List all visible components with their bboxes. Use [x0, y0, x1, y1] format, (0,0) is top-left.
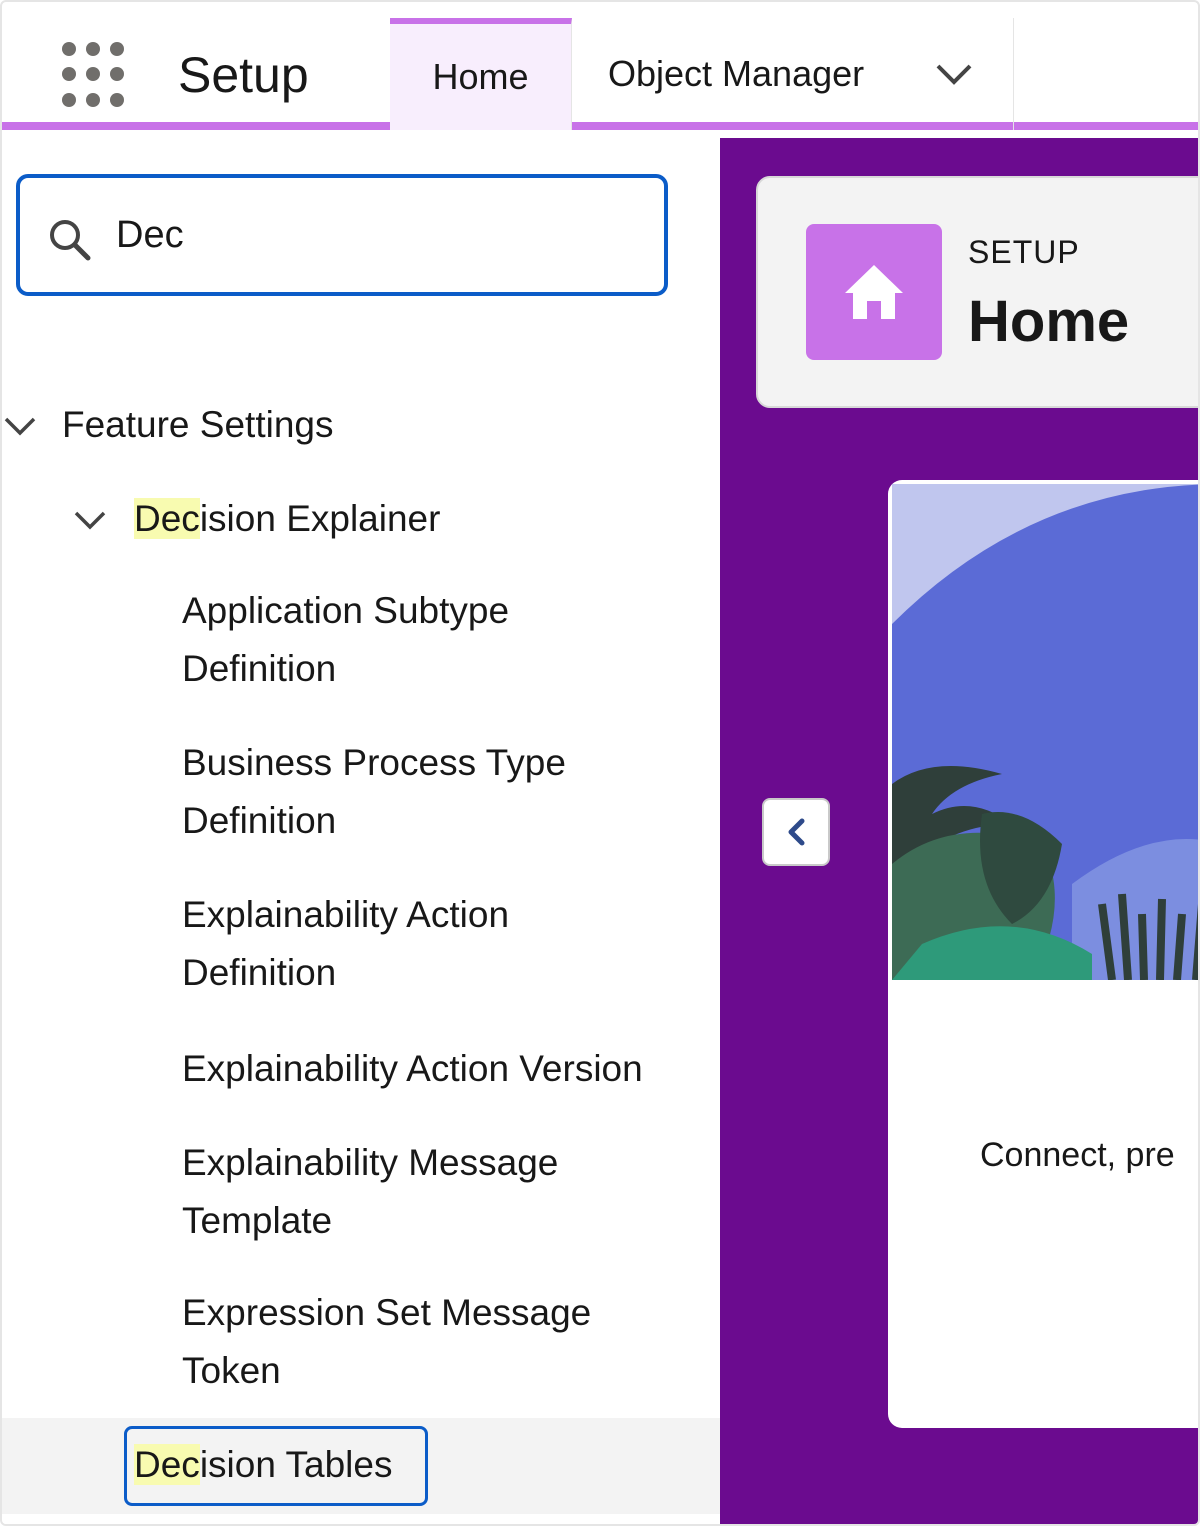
chevron-left-icon	[788, 818, 805, 846]
tree-item-expression-set-message-token[interactable]: Expression Set Message Token	[182, 1284, 591, 1400]
tree-item-label: Application Subtype	[182, 590, 510, 631]
tree-item-explainability-action-version[interactable]: Explainability Action Version	[182, 1040, 643, 1098]
quick-find-input[interactable]	[116, 212, 636, 258]
search-match-highlight: Dec	[134, 1444, 200, 1485]
tree-item-label: Explainability Action Version	[182, 1048, 643, 1089]
page-title: Home	[968, 289, 1130, 354]
tab-object-manager-label: Object Manager	[608, 53, 865, 94]
home-icon	[806, 224, 942, 360]
tree-item-label: Explainability Message	[182, 1142, 559, 1183]
sidebar-collapse-button[interactable]	[762, 798, 830, 866]
tree-group-feature-settings[interactable]: Feature Settings	[62, 396, 333, 454]
tree-item-decision-tables[interactable]: Decision Tables	[134, 1436, 392, 1494]
app-launcher-icon[interactable]	[62, 42, 128, 108]
tree-item-label: Explainability Action	[182, 894, 510, 935]
tree-item-label: Definition	[182, 648, 337, 689]
tree-item-label: Definition	[182, 800, 337, 841]
quick-find-box[interactable]	[16, 174, 668, 296]
tab-home-label: Home	[432, 56, 529, 97]
tree-item-label: Template	[182, 1200, 333, 1241]
tree-item-label: ision Tables	[199, 1444, 393, 1485]
chevron-down-icon[interactable]	[4, 416, 36, 436]
tree-item-explainability-message-template[interactable]: Explainability Message Template	[182, 1134, 558, 1250]
tree-subgroup-label: ision Explainer	[199, 498, 441, 539]
search-match-highlight: Dec	[134, 498, 200, 539]
main-content: SETUP Home Connect, pre	[720, 138, 1198, 1524]
chevron-down-icon[interactable]	[74, 510, 106, 530]
page-eyebrow: SETUP	[968, 234, 1080, 270]
chevron-down-icon[interactable]	[935, 62, 973, 86]
setup-sidebar: Feature Settings Decision Explainer Appl…	[2, 138, 720, 1524]
tree-item-label: Token	[182, 1350, 281, 1391]
hero-text: Connect, pre	[980, 1136, 1175, 1174]
hero-card: Connect, pre	[888, 480, 1198, 1428]
tab-object-manager[interactable]: Object Manager	[572, 18, 1014, 130]
page-header: SETUP Home	[756, 176, 1198, 408]
hero-illustration	[892, 484, 1198, 980]
global-header: Setup Home Object Manager	[2, 18, 1198, 130]
tree-item-application-subtype-definition[interactable]: Application Subtype Definition	[182, 582, 509, 698]
app-window: Setup Home Object Manager Feature Settin…	[0, 0, 1200, 1526]
tree-subgroup-decision-explainer[interactable]: Decision Explainer	[134, 490, 440, 548]
tab-home[interactable]: Home	[390, 18, 572, 130]
tree-item-label: Business Process Type	[182, 742, 566, 783]
app-name: Setup	[178, 47, 309, 103]
search-icon	[50, 220, 91, 261]
tree-item-explainability-action-definition[interactable]: Explainability Action Definition	[182, 886, 509, 1002]
tree-item-label: Definition	[182, 952, 337, 993]
tree-item-business-process-type-definition[interactable]: Business Process Type Definition	[182, 734, 566, 850]
tree-item-label: Expression Set Message	[182, 1292, 592, 1333]
